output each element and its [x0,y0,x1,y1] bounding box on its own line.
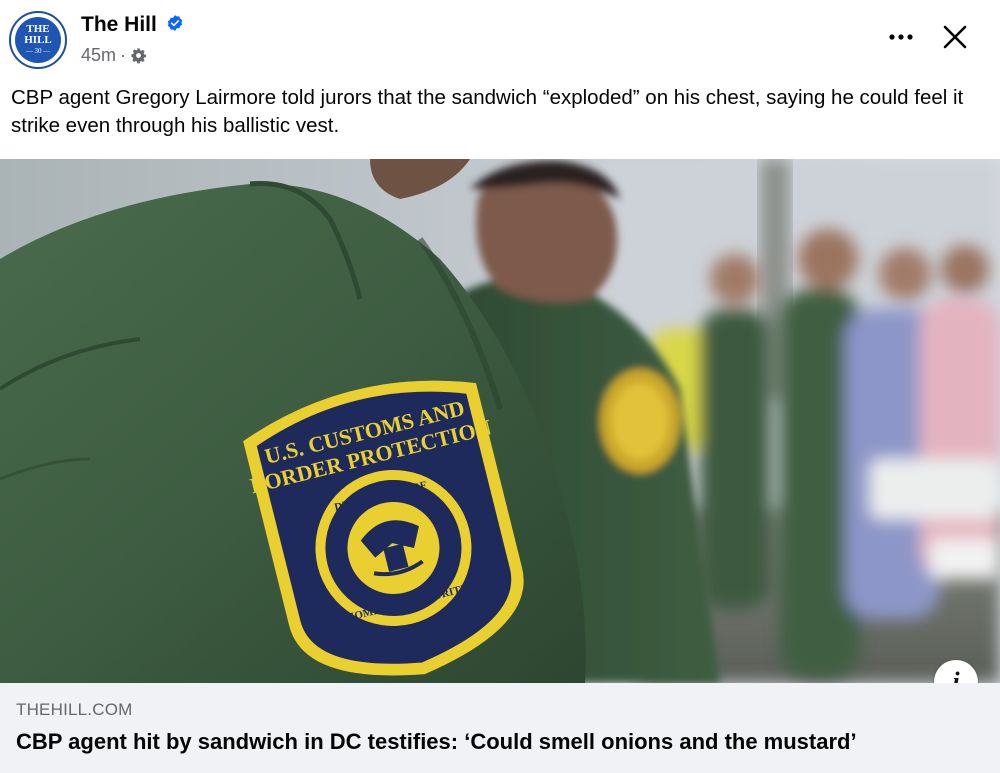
close-icon[interactable] [938,20,972,54]
post-header: THE HILL — 30 — The Hill 45m · [0,0,1000,80]
post-photo[interactable]: U.S. CUSTOMS AND BORDER PROTECTION DEPAR… [0,159,1000,683]
feed-post: THE HILL — 30 — The Hill 45m · CBP agent … [0,0,1000,773]
link-preview[interactable]: THEHILL.COM CBP agent hit by sandwich in… [0,683,1000,773]
post-meta: 45m · [81,44,147,66]
gear-icon[interactable] [130,47,147,64]
avatar-logo-line2: HILL [24,34,52,46]
link-domain: THEHILL.COM [16,700,133,719]
avatar-logo: THE HILL — 30 — [15,17,61,63]
link-title[interactable]: CBP agent hit by sandwich in DC testifie… [16,728,857,756]
border-patrol-photo: U.S. CUSTOMS AND BORDER PROTECTION DEPAR… [0,159,1000,683]
page-name-link[interactable]: The Hill [81,12,157,38]
verified-badge-icon [167,15,183,31]
post-timestamp[interactable]: 45m [81,45,116,65]
avatar-logo-line3: — 30 — [25,47,51,55]
post-message: CBP agent Gregory Lairmore told jurors t… [11,86,964,137]
page-avatar[interactable]: THE HILL — 30 — [9,11,67,69]
more-options-button[interactable] [884,22,920,52]
meta-separator: · [120,45,127,65]
